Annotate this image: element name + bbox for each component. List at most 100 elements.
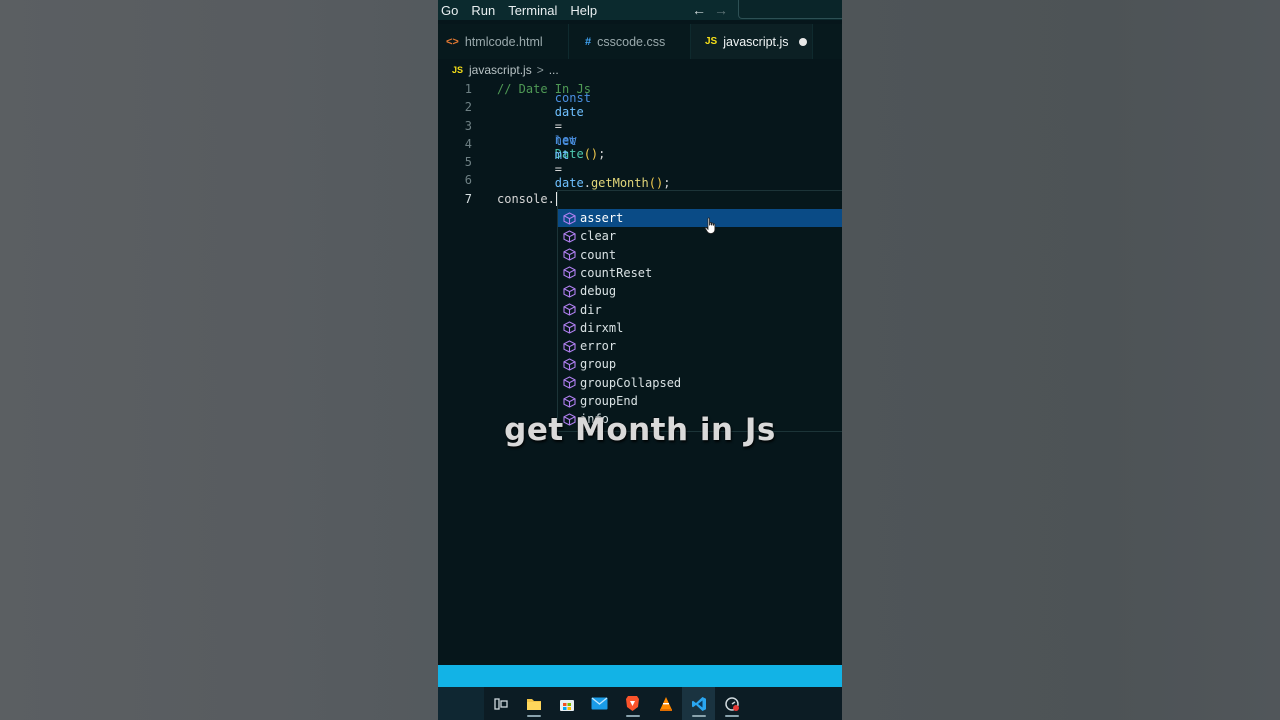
suggestion-label: dir <box>580 302 602 317</box>
suggestion-item[interactable]: count <box>558 246 842 264</box>
running-indicator <box>625 715 640 717</box>
keyword: const <box>554 91 591 105</box>
code-content: console. <box>497 192 557 207</box>
method-cube-icon <box>558 303 580 316</box>
method-cube-icon <box>558 285 580 298</box>
unsaved-dot-icon[interactable] <box>798 37 807 46</box>
running-indicator <box>691 715 706 717</box>
running-indicator <box>724 715 739 717</box>
css-file-icon: # <box>585 35 592 48</box>
menu-run[interactable]: Run <box>471 3 495 18</box>
suggestion-label: dirxml <box>580 320 624 335</box>
code-line: 6 <box>438 171 472 189</box>
file-explorer-icon[interactable] <box>517 687 550 720</box>
line-number: 7 <box>464 192 472 206</box>
running-indicator <box>526 715 541 717</box>
tab-label: javascript.js <box>723 34 789 49</box>
function-name: getMonth <box>590 176 649 190</box>
method-cube-icon <box>558 321 580 334</box>
mail-icon[interactable] <box>583 687 616 720</box>
line-number: 2 <box>464 100 472 114</box>
suggestion-label: groupEnd <box>580 394 638 408</box>
operator: = <box>554 162 563 176</box>
method-cube-icon <box>558 230 580 243</box>
vlc-icon[interactable] <box>649 687 682 720</box>
method-cube-icon <box>558 394 580 408</box>
method-cube-icon <box>558 339 580 353</box>
line-number: 4 <box>464 137 472 151</box>
command-center-search[interactable] <box>738 0 842 19</box>
tab-htmlcode[interactable]: <> htmlcode.html <box>438 24 569 59</box>
variable: date <box>554 176 584 190</box>
breadcrumb: JS javascript.js > ... <box>452 62 559 78</box>
breadcrumb-file[interactable]: javascript.js <box>469 63 532 77</box>
store-icon[interactable] <box>550 687 583 720</box>
suggestion-label: debug <box>580 284 617 299</box>
autocomplete-suggestions[interactable]: assert clear count countReset debug dir dirxml… <box>557 190 842 432</box>
method-cube-icon <box>558 358 580 371</box>
taskbar <box>438 687 842 720</box>
variable: mt <box>554 148 570 162</box>
brave-icon[interactable] <box>616 687 649 720</box>
vscode-icon[interactable] <box>682 687 715 720</box>
suggestion-item[interactable]: debug <box>558 282 842 300</box>
method-cube-icon <box>558 376 580 389</box>
code-line: 2 <box>438 98 472 116</box>
code-line: 7 console. <box>438 190 557 208</box>
suggestion-item[interactable]: groupEnd <box>558 392 842 410</box>
suggestion-item[interactable]: group <box>558 355 842 373</box>
suggestion-label: assert <box>580 211 624 225</box>
line-number: 6 <box>464 173 472 187</box>
keyword: let <box>554 134 577 148</box>
menu-help[interactable]: Help <box>570 3 597 18</box>
suggestion-label: countReset <box>580 265 653 280</box>
forward-arrow-icon[interactable]: → <box>714 2 728 18</box>
tab-label: htmlcode.html <box>464 34 543 49</box>
status-bar <box>438 665 842 687</box>
suggestion-item[interactable]: dirxml <box>558 319 842 337</box>
menu-terminal[interactable]: Terminal <box>508 3 557 18</box>
suggestion-item[interactable]: countReset <box>558 264 842 282</box>
code-line: 1 // Date In Js <box>438 80 591 98</box>
tab-javascript[interactable]: JS javascript.js <box>691 24 813 59</box>
semicolon: ; <box>663 176 671 190</box>
breadcrumb-separator: > <box>536 63 544 77</box>
method-cube-icon <box>558 248 580 261</box>
suggestion-item[interactable]: assert <box>558 209 842 227</box>
variable: date <box>554 105 584 119</box>
suggestion-item[interactable]: error <box>558 337 842 355</box>
method-cube-icon <box>558 266 580 280</box>
suggestion-label: error <box>580 339 617 354</box>
html-file-icon: <> <box>446 35 459 48</box>
line-number: 5 <box>464 155 472 169</box>
mouse-pointer-hand-icon <box>704 217 716 234</box>
line-number: 1 <box>464 82 472 96</box>
suggestion-label: groupCollapsed <box>580 375 682 390</box>
breadcrumb-symbols[interactable]: ... <box>549 63 559 77</box>
console-text: console. <box>497 191 555 206</box>
tab-csscode[interactable]: # csscode.css <box>569 24 691 59</box>
js-file-icon: JS <box>452 65 464 75</box>
suggestion-label: count <box>580 247 617 262</box>
method-cube-icon <box>558 211 580 225</box>
task-view-icon[interactable] <box>484 687 517 720</box>
back-arrow-icon[interactable]: ← <box>692 2 706 18</box>
suggestion-item[interactable]: groupCollapsed <box>558 374 842 392</box>
code-line: 4 <box>438 135 472 153</box>
parens: () <box>648 176 664 190</box>
code-line: 5 let mt = date.getMonth(); <box>438 134 671 190</box>
suggestion-item[interactable]: dir <box>558 301 842 319</box>
vscode-window: Go Run Terminal Help ← → <> htmlcode.htm… <box>438 0 842 720</box>
blurred-background-right <box>842 0 1280 720</box>
js-file-icon: JS <box>705 36 718 47</box>
suggestion-label: group <box>580 357 617 372</box>
app-icon[interactable] <box>715 687 748 720</box>
blurred-background-left <box>0 0 438 720</box>
dot: . <box>583 176 591 190</box>
suggestion-label: clear <box>580 229 617 244</box>
suggestion-item[interactable]: clear <box>558 227 842 245</box>
menu-bar: Go Run Terminal Help ← → <box>438 0 842 20</box>
menu-go[interactable]: Go <box>441 3 458 18</box>
tab-label: csscode.css <box>597 34 666 49</box>
line-number: 3 <box>464 119 472 133</box>
